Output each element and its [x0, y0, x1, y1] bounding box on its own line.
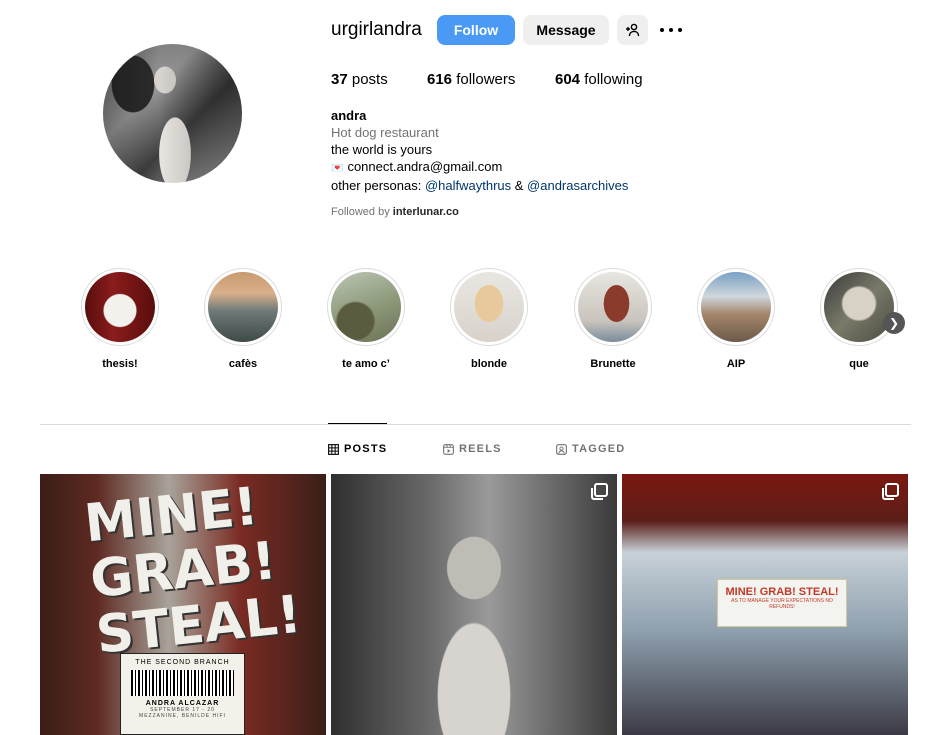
highlight-label: AIP	[726, 358, 746, 370]
tab-reels[interactable]: REELS	[443, 443, 502, 455]
post-thumbnail[interactable]: MINE! GRAB! STEAL! THE SECOND BRANCH AND…	[40, 474, 326, 735]
tag-title: THE SECOND BRANCH	[135, 659, 230, 666]
profile-bio: andra Hot dog restaurant the world is yo…	[331, 107, 628, 194]
reels-icon	[443, 443, 454, 455]
grid-icon	[328, 443, 339, 455]
tab-posts[interactable]: POSTS	[328, 443, 387, 455]
post-thumbnail[interactable]	[331, 474, 617, 735]
highlight-label: thesis!	[102, 358, 138, 370]
bio-line: the world is yours	[331, 142, 433, 157]
post-thumbnail[interactable]: MINE! GRAB! STEAL! AS TO MANAGE YOUR EXP…	[622, 474, 908, 735]
bio-email-line: 💌 connect.andra@gmail.com	[331, 159, 503, 174]
follow-button[interactable]: Follow	[437, 15, 515, 45]
persona-link-halfwaythrus[interactable]: @halfwaythrus	[425, 178, 511, 193]
profile-name: andra	[331, 108, 367, 123]
highlight-label: te amo c’	[342, 358, 390, 370]
highlight-label: cafès	[228, 358, 258, 370]
posts-count: 37 posts	[331, 71, 388, 88]
story-highlight[interactable]: thesis!	[81, 268, 159, 370]
carousel-icon	[882, 483, 899, 500]
profile-username: urgirlandra	[331, 19, 422, 40]
story-highlight[interactable]: te amo c’	[327, 268, 405, 370]
love-letter-icon: 💌	[331, 163, 344, 174]
more-options-icon[interactable]	[660, 20, 682, 40]
barcode	[131, 670, 234, 696]
tagged-icon	[556, 443, 567, 455]
followers-link[interactable]: 616 followers	[427, 71, 515, 88]
post-headline: MINE! GRAB! STEAL!	[81, 476, 305, 666]
post-tag-card: THE SECOND BRANCH ANDRA ALCAZAR SEPTEMBE…	[120, 653, 245, 735]
highlight-label: que	[849, 358, 869, 370]
tag-venue: MEZZANINE, BENILDE HIFI	[139, 713, 226, 719]
carousel-icon	[591, 483, 608, 500]
chevron-right-icon[interactable]: ❯	[883, 312, 905, 334]
active-tab-indicator	[328, 423, 387, 424]
story-highlight[interactable]: AIP	[697, 268, 775, 370]
bio-personas-line: other personas: @halfwaythrus & @andrasa…	[331, 178, 629, 193]
followed-by[interactable]: Followed by interlunar.co	[331, 206, 459, 218]
tag-author: ANDRA ALCAZAR	[145, 700, 220, 707]
story-highlight[interactable]: blonde	[450, 268, 528, 370]
profile-category: Hot dog restaurant	[331, 125, 439, 140]
highlight-label: Brunette	[590, 358, 636, 370]
profile-avatar[interactable]	[103, 44, 242, 183]
banner-subtitle: AS TO MANAGE YOUR EXPECTATIONS NO REFUND…	[731, 598, 833, 610]
following-link[interactable]: 604 following	[555, 71, 643, 88]
story-highlight[interactable]: Brunette	[574, 268, 652, 370]
persona-link-andrasarchives[interactable]: @andrasarchives	[527, 178, 628, 193]
suggest-user-button[interactable]	[617, 15, 648, 45]
highlight-label: blonde	[470, 358, 508, 370]
story-highlight[interactable]: cafès	[204, 268, 282, 370]
tab-tagged[interactable]: TAGGED	[556, 443, 625, 455]
message-button[interactable]: Message	[523, 15, 609, 45]
banner-title: MINE! GRAB! STEAL!	[725, 586, 839, 598]
add-person-icon	[625, 23, 639, 37]
store-banner: MINE! GRAB! STEAL! AS TO MANAGE YOUR EXP…	[717, 579, 847, 627]
tabs-divider	[40, 424, 911, 425]
